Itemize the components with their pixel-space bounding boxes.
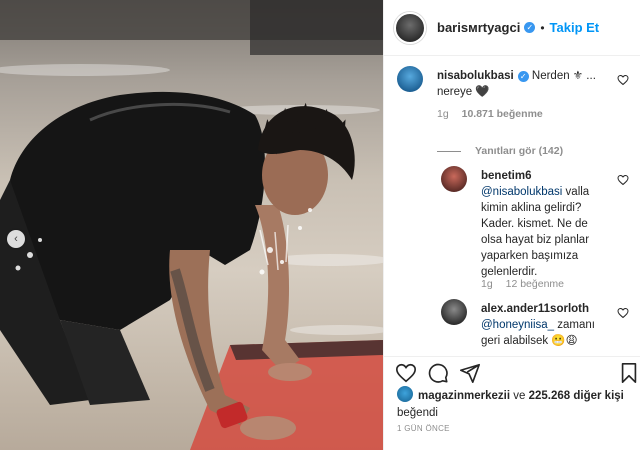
heart-icon[interactable]	[395, 362, 417, 384]
commenter-avatar[interactable]	[441, 166, 467, 192]
replies-divider	[437, 150, 461, 152]
comment-username[interactable]: alex.ander11sorloth	[481, 303, 589, 315]
comments-list: nisabolukbasi ✓ Nerden ⚜ ... nereye 🖤 1g …	[384, 56, 640, 356]
reply-item: benetim6 @nisabolukbasi valla kimin akli…	[384, 166, 640, 291]
likes-summary: magazinmerkezii ve 225.268 diğer kişi be…	[397, 386, 632, 422]
header-separator: •	[540, 20, 545, 35]
author-username[interactable]: barisмrtyagci	[437, 20, 520, 35]
comment-meta: 1g 10.871 beğenme	[437, 108, 553, 120]
comment-time: 1g	[437, 108, 449, 120]
verified-badge-icon: ✓	[517, 71, 529, 82]
comment-mention[interactable]: @honeyniisa_	[481, 319, 554, 331]
comment-mention[interactable]: @nisabolukbasi	[481, 186, 562, 198]
author-avatar[interactable]	[394, 11, 426, 44]
view-replies-button[interactable]: Yanıtları gör (142)	[437, 145, 563, 157]
share-icon[interactable]	[459, 362, 481, 384]
comment-time: 1g	[481, 278, 493, 290]
comment-username[interactable]: benetim6	[481, 170, 532, 182]
view-replies-label: Yanıtları gör (142)	[475, 145, 564, 157]
comment-text: valla kimin aklina gelirdi? Kader. kisme…	[481, 186, 590, 278]
photo-illustration	[0, 0, 383, 450]
like-comment-heart-icon[interactable]	[617, 307, 629, 319]
post-photo[interactable]: ‹	[0, 0, 383, 450]
post-timestamp[interactable]: 1 gün önce	[397, 424, 450, 433]
bookmark-icon[interactable]	[618, 362, 640, 384]
post-header: barisмrtyagci ✓ • Takip Et	[384, 0, 640, 56]
comment-body: nisabolukbasi ✓ Nerden ⚜ ... nereye 🖤	[437, 68, 612, 100]
comment-body: benetim6 @nisabolukbasi valla kimin akli…	[481, 168, 609, 280]
commenter-avatar[interactable]	[441, 299, 467, 325]
reply-item: alex.ander11sorloth @honeyniisa_ zamanı …	[384, 299, 640, 356]
comment-meta: 1g 12 beğenme	[481, 278, 574, 290]
comment-likes[interactable]: 10.871 beğenme	[462, 108, 543, 120]
liker-username[interactable]: magazinmerkezii	[418, 390, 510, 402]
like-comment-heart-icon[interactable]	[617, 174, 629, 186]
carousel-prev-icon[interactable]: ‹	[7, 230, 25, 248]
likes-suffix: beğendi	[397, 407, 438, 419]
comment-username[interactable]: nisabolukbasi	[437, 70, 514, 82]
like-comment-heart-icon[interactable]	[617, 74, 629, 86]
post-side-panel: barisмrtyagci ✓ • Takip Et nisabolukbasi…	[383, 0, 640, 450]
likes-connector: ve	[510, 390, 529, 402]
comment-body: alex.ander11sorloth @honeyniisa_ zamanı …	[481, 301, 609, 349]
comment-likes[interactable]: 12 beğenme	[506, 278, 564, 290]
comment-icon[interactable]	[427, 362, 449, 384]
comment-item: nisabolukbasi ✓ Nerden ⚜ ... nereye 🖤 1g …	[384, 66, 640, 176]
likes-count[interactable]: 225.268 diğer kişi	[529, 390, 624, 402]
follow-button[interactable]: Takip Et	[550, 20, 600, 35]
verified-badge-icon: ✓	[524, 22, 536, 33]
commenter-avatar[interactable]	[397, 66, 423, 92]
post-actions-bar	[384, 356, 640, 388]
liker-avatar[interactable]	[397, 386, 413, 402]
